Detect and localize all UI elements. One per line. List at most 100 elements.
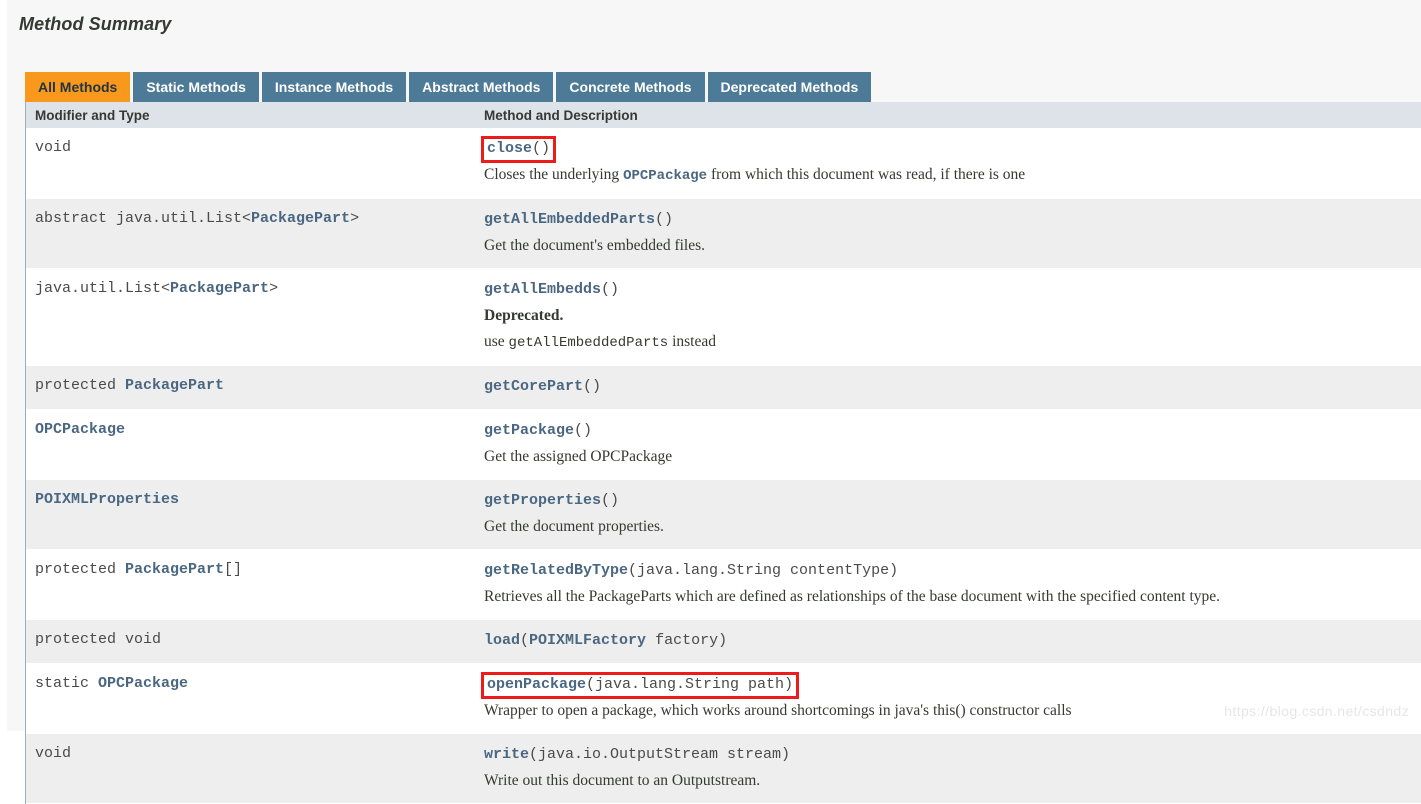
table-body: void close() Closes the underlying OPCPack… xyxy=(26,128,1421,804)
method-signature: getAllEmbedds() xyxy=(484,279,1411,301)
method-description: use getAllEmbeddedParts instead xyxy=(484,333,716,351)
method-description: Write out this document to an Outputstre… xyxy=(484,772,761,789)
cell-method-and-description: getRelatedByType(java.lang.String conten… xyxy=(483,550,1421,619)
tab-label: Abstract Methods xyxy=(422,79,541,95)
type-link[interactable]: POIXMLProperties xyxy=(35,491,179,508)
method-description: Get the assigned OPCPackage xyxy=(484,448,673,465)
method-signature: getCorePart() xyxy=(484,376,1411,398)
method-signature: getRelatedByType(java.lang.String conten… xyxy=(484,560,1411,582)
method-name-link[interactable]: write xyxy=(484,746,529,763)
param-type-link[interactable]: POIXMLFactory xyxy=(529,632,646,649)
description-type-link[interactable]: OPCPackage xyxy=(623,168,707,184)
cell-modifier-and-type: protected PackagePart xyxy=(35,377,225,394)
method-signature: getProperties() xyxy=(484,490,1411,512)
deprecated-label: Deprecated. xyxy=(484,307,564,324)
tab-abstract-methods[interactable]: Abstract Methods xyxy=(409,72,554,102)
table-row: java.util.List<PackagePart> getAllEmbedds… xyxy=(26,269,1421,366)
tab-static-methods[interactable]: Static Methods xyxy=(133,72,259,102)
method-name-link[interactable]: load xyxy=(484,632,520,649)
method-filter-tabs: All Methods Static Methods Instance Method… xyxy=(25,72,874,102)
cell-modifier-and-type: java.util.List<PackagePart> xyxy=(35,280,279,297)
tab-label: Concrete Methods xyxy=(569,79,692,95)
signature-content: getPackage() xyxy=(484,422,593,439)
method-signature: getAllEmbeddedParts() xyxy=(484,209,1411,231)
type-link[interactable]: OPCPackage xyxy=(35,421,125,438)
method-signature: openPackage(java.lang.String path) xyxy=(481,672,1411,699)
page-title: Method Summary xyxy=(19,14,172,34)
column-header-method-and-description: Method and Description xyxy=(484,107,638,123)
table-row: protected PackagePart[] getRelatedByType(… xyxy=(26,550,1421,620)
signature-content: getAllEmbeddedParts() xyxy=(484,211,674,228)
method-signature: getPackage() xyxy=(484,420,1411,442)
type-link[interactable]: PackagePart xyxy=(170,280,269,297)
tab-label: Instance Methods xyxy=(274,79,394,95)
cell-modifier-and-type: POIXMLProperties xyxy=(26,480,483,520)
method-name-link[interactable]: getAllEmbedds xyxy=(484,281,601,298)
tab-concrete-methods[interactable]: Concrete Methods xyxy=(556,72,705,102)
method-name-link[interactable]: getAllEmbeddedParts xyxy=(484,211,655,228)
table-row: void write(java.io.OutputStream stream) Wr… xyxy=(26,734,1421,804)
type-link[interactable]: PackagePart xyxy=(125,561,224,578)
highlight-box: openPackage(java.lang.String path) xyxy=(481,672,800,699)
cell-method-and-description: write(java.io.OutputStream stream) Write … xyxy=(483,734,1421,803)
method-description: Get the document properties. xyxy=(484,518,664,535)
tab-label: Deprecated Methods xyxy=(720,79,859,95)
method-name-link[interactable]: getPackage xyxy=(484,422,574,439)
method-signature: write(java.io.OutputStream stream) xyxy=(484,744,1411,766)
method-signature: close() xyxy=(481,136,1411,163)
method-description: Get the document's embedded files. xyxy=(484,237,706,254)
cell-modifier-and-type: void xyxy=(35,745,72,762)
column-header-modifier-and-type: Modifier and Type xyxy=(35,107,150,123)
type-link[interactable]: PackagePart xyxy=(251,210,350,227)
tab-deprecated-methods[interactable]: Deprecated Methods xyxy=(707,72,872,102)
tab-instance-methods[interactable]: Instance Methods xyxy=(261,72,407,102)
javadoc-content-area: Method Summary All Methods Static Methods… xyxy=(7,0,1421,804)
method-name-link[interactable]: getRelatedByType xyxy=(484,562,628,579)
page-root: Method Summary All Methods Static Methods… xyxy=(0,0,1421,804)
cell-method-and-description: load(POIXMLFactory factory) xyxy=(483,620,1421,663)
method-signature: load(POIXMLFactory factory) xyxy=(484,630,1411,652)
table-header-row: Modifier and Type Method and Description xyxy=(26,102,1421,128)
cell-modifier-and-type: static OPCPackage xyxy=(35,675,189,692)
signature-content: getAllEmbedds() xyxy=(484,281,620,298)
method-description: Retrieves all the PackageParts which are… xyxy=(484,588,1221,605)
method-name-link[interactable]: close xyxy=(487,140,532,157)
signature-content: getProperties() xyxy=(484,492,620,509)
cell-method-and-description: getProperties() Get the document properti… xyxy=(483,480,1421,549)
method-name-link[interactable]: getCorePart xyxy=(484,378,583,395)
type-link[interactable]: OPCPackage xyxy=(98,675,188,692)
cell-method-and-description: openPackage(java.lang.String path) Wrappe… xyxy=(481,664,1421,733)
signature-content: load(POIXMLFactory factory) xyxy=(484,632,728,649)
signature-content: getCorePart() xyxy=(484,378,602,395)
cell-method-and-description: getCorePart() xyxy=(483,366,1421,409)
type-link[interactable]: PackagePart xyxy=(125,377,224,394)
tab-all-methods[interactable]: All Methods xyxy=(25,72,131,102)
table-row: void close() Closes the underlying OPCPack… xyxy=(26,128,1421,199)
method-description: Closes the underlying OPCPackage from wh… xyxy=(484,166,1026,184)
tab-label: All Methods xyxy=(38,79,118,95)
cell-modifier-and-type: protected PackagePart[] xyxy=(35,561,243,578)
tab-label: Static Methods xyxy=(146,79,246,95)
watermark: https://blog.csdn.net/csdndz xyxy=(1224,703,1409,719)
table-row: abstract java.util.List<PackagePart> getA… xyxy=(26,199,1421,269)
method-name-link[interactable]: openPackage xyxy=(487,676,586,693)
method-summary-table: Modifier and Type Method and Description… xyxy=(25,102,1421,804)
table-row: static OPCPackage openPackage(java.lang.S… xyxy=(26,664,1421,734)
cell-method-and-description: close() Closes the underlying OPCPackage … xyxy=(481,128,1421,198)
cell-method-and-description: getAllEmbeddedParts() Get the document's … xyxy=(483,199,1421,268)
table-row: POIXMLProperties getProperties() Get the d… xyxy=(26,480,1421,550)
cell-modifier-and-type: abstract java.util.List<PackagePart> xyxy=(35,210,360,227)
cell-modifier-and-type: OPCPackage xyxy=(26,410,483,450)
cell-method-and-description: getPackage() Get the assigned OPCPackage xyxy=(483,410,1421,479)
table-row: protected void load(POIXMLFactory factory… xyxy=(26,620,1421,664)
signature-content: getRelatedByType(java.lang.String conten… xyxy=(484,562,899,579)
method-name-link[interactable]: getProperties xyxy=(484,492,601,509)
description-method-ref: getAllEmbeddedParts xyxy=(508,335,669,351)
cell-modifier-and-type: void xyxy=(35,139,72,156)
highlight-box: close() xyxy=(481,136,557,163)
cell-modifier-and-type: protected void xyxy=(35,631,162,648)
table-row: protected PackagePart getCorePart() xyxy=(26,366,1421,410)
table-row: OPCPackage getPackage() Get the assigned O… xyxy=(26,410,1421,480)
cell-method-and-description: getAllEmbedds() Deprecated. use getAllEmbe… xyxy=(483,269,1421,365)
signature-content: write(java.io.OutputStream stream) xyxy=(484,746,791,763)
